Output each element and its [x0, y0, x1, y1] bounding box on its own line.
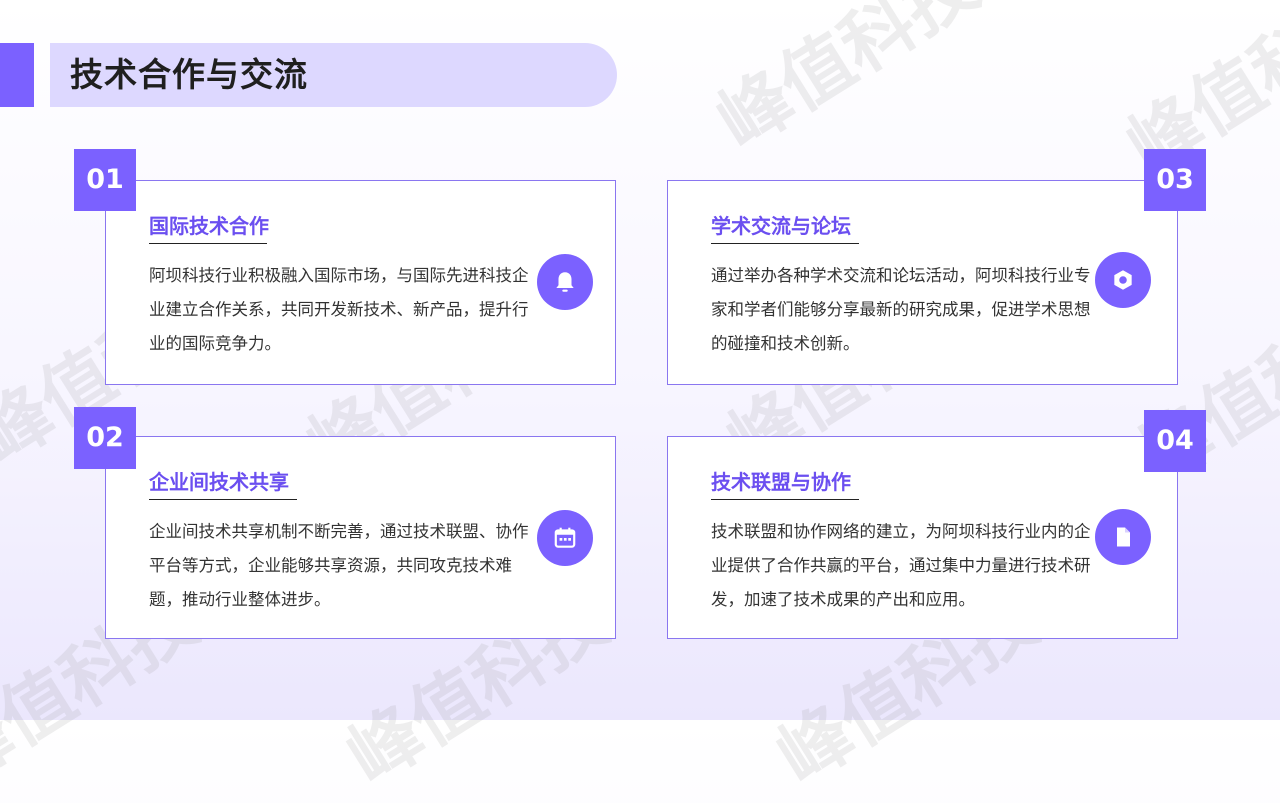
- card-number: 02: [74, 407, 136, 469]
- hexagon-nut-icon: [1095, 252, 1151, 308]
- card-title: 学术交流与论坛: [711, 214, 851, 238]
- card-title-underline: [149, 243, 267, 244]
- page-title: 技术合作与交流: [70, 55, 308, 94]
- card-description: 通过举办各种学术交流和论坛活动，阿坝科技行业专家和学者们能够分享最新的研究成果，…: [711, 266, 1091, 353]
- title-accent-block: [0, 43, 34, 107]
- watermark: 峰值科技: [703, 0, 992, 165]
- card-title: 技术联盟与协作: [711, 470, 851, 494]
- card-description: 企业间技术共享机制不断完善，通过技术联盟、协作平台等方式，企业能够共享资源，共同…: [149, 522, 529, 609]
- card-title-underline: [711, 499, 859, 500]
- card-description: 阿坝科技行业积极融入国际市场，与国际先进科技企业建立合作关系，共同开发新技术、新…: [149, 266, 529, 353]
- card-title: 国际技术合作: [149, 214, 269, 238]
- card-number: 03: [1144, 149, 1206, 211]
- document-icon: [1095, 509, 1151, 565]
- card-number: 01: [74, 149, 136, 211]
- card-description: 技术联盟和协作网络的建立，为阿坝科技行业内的企业提供了合作共赢的平台，通过集中力…: [711, 522, 1091, 609]
- card-number: 04: [1144, 410, 1206, 472]
- card-title: 企业间技术共享: [149, 470, 289, 494]
- card-title-underline: [149, 499, 297, 500]
- calendar-icon: [537, 510, 593, 566]
- bell-icon: [537, 254, 593, 310]
- card-title-underline: [711, 243, 859, 244]
